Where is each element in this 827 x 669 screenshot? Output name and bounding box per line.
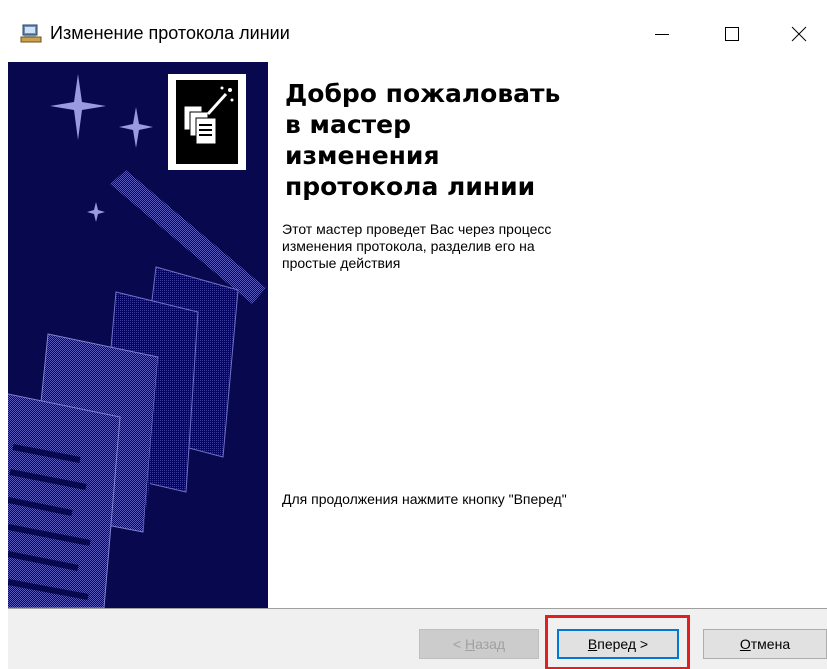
document-stack-shape [8, 266, 239, 608]
close-button[interactable] [768, 10, 827, 62]
title-bar[interactable]: Изменение протокола линии [0, 0, 827, 62]
minimize-icon [654, 26, 670, 47]
continue-hint: Для продолжения нажмите кнопку "Вперед" [282, 491, 567, 507]
next-button-accel: В [587, 636, 598, 652]
wizard-description: Этот мастер проведет Вас через процесс и… [282, 221, 662, 272]
wizard-documents-icon [168, 74, 246, 170]
back-button-prefix: < [452, 636, 465, 652]
cancel-button-accel: О [739, 636, 751, 652]
next-button-label: перед > [597, 636, 649, 652]
back-button[interactable]: < Назад [419, 629, 539, 659]
heading-line: протокола линии [285, 172, 536, 201]
cancel-button[interactable]: Отмена [703, 629, 827, 659]
minimize-button[interactable] [631, 10, 693, 62]
back-button-label: азад [475, 636, 506, 652]
next-button[interactable]: Вперед > [557, 629, 679, 659]
wizard-heading: Добро пожаловать в мастер изменения прот… [285, 78, 605, 202]
wizard-window: Изменение протокола линии Добро пожалова… [0, 0, 827, 669]
wizard-footer: < Назад Вперед > Отмена [8, 608, 827, 669]
maximize-icon [724, 26, 740, 47]
heading-line: изменения [285, 141, 440, 170]
heading-line: Добро пожаловать [285, 79, 561, 108]
heading-line: в мастер [285, 110, 411, 139]
description-line: изменения протокола, разделив его на [282, 238, 535, 254]
description-line: Этот мастер проведет Вас через процесс [282, 221, 552, 237]
back-button-accel: Н [464, 636, 476, 652]
description-line: простые действия [282, 255, 401, 271]
wizard-banner [8, 62, 268, 608]
wizard-content: Добро пожаловать в мастер изменения прот… [268, 62, 827, 608]
close-icon [791, 26, 807, 47]
window-title: Изменение протокола линии [50, 23, 290, 43]
computer-phone-icon [20, 24, 42, 44]
maximize-button[interactable] [701, 10, 763, 62]
cancel-button-label: тмена [750, 636, 791, 652]
